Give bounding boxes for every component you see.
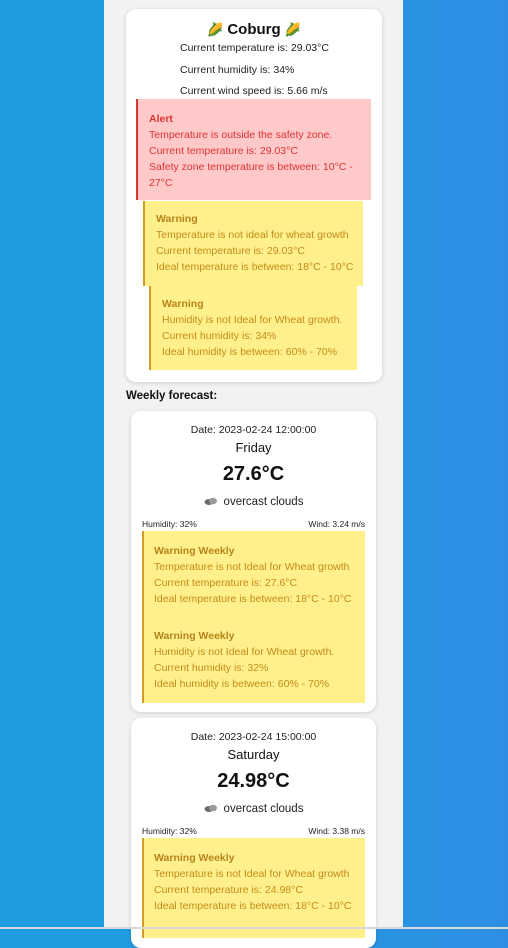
humidity-warning-box: Warning Humidity is not Ideal for Wheat …: [149, 286, 357, 370]
forecast-humidity: Humidity: 32%: [142, 519, 197, 529]
weekly-warning-box: Warning Weekly Temperature is not Ideal …: [142, 838, 365, 938]
corn-icon: 🌽: [284, 22, 302, 37]
alert-safety-range: Safety zone temperature is between: 10°C…: [149, 161, 353, 173]
weekly-warning-ideal-range: Ideal temperature is between: 18°C - 10°…: [154, 593, 352, 605]
weekly-warning-ideal-range: Ideal humidity is between: 60% - 70%: [154, 678, 330, 690]
forecast-card: Date: 2023-02-24 12:00:00 Friday 27.6°C …: [131, 411, 376, 712]
weekly-warning-message: Temperature is not Ideal for Wheat growt…: [154, 561, 350, 573]
warning-title: Warning: [156, 213, 198, 225]
weekly-warning-current-value: Current humidity is: 32%: [154, 662, 269, 674]
corn-icon: 🌽: [206, 22, 224, 37]
weekly-warning-title: Warning Weekly: [154, 852, 235, 864]
warning-current-value: Current humidity is: 34%: [162, 330, 277, 342]
weekly-warning-title: Warning Weekly: [154, 545, 235, 557]
forecast-day: Friday: [235, 440, 272, 455]
forecast-description-text: overcast clouds: [223, 803, 304, 815]
forecast-humidity: Humidity: 32%: [142, 826, 197, 836]
weekly-warning-ideal-range: Ideal temperature is between: 18°C - 10°…: [154, 900, 352, 912]
city-name: Coburg: [227, 21, 281, 38]
warning-title: Warning: [162, 298, 204, 310]
city-title: 🌽 Coburg 🌽: [126, 21, 382, 38]
warning-ideal-range: Ideal temperature is between: 18°C - 10°…: [156, 261, 354, 273]
forecast-description: overcast clouds: [131, 803, 376, 815]
warning-message: Temperature is not ideal for wheat growt…: [156, 229, 349, 241]
weekly-warning-box: Warning Weekly Temperature is not Ideal …: [142, 531, 365, 703]
weekly-forecast-heading: Weekly forecast:: [126, 390, 218, 402]
warning-message: Humidity is not Ideal for Wheat growth.: [162, 314, 343, 326]
cloud-icon: [204, 497, 217, 505]
forecast-wind: Wind: 3.24 m/s: [308, 519, 365, 529]
alert-message: Temperature is outside the safety zone.: [149, 129, 333, 141]
weekly-warning-current-value: Current temperature is: 27.6°C: [154, 577, 298, 589]
forecast-temperature: 24.98°C: [217, 770, 290, 792]
warning-ideal-range: Ideal humidity is between: 60% - 70%: [162, 346, 338, 358]
weekly-warning-current-value: Current temperature is: 24.98°C: [154, 884, 303, 896]
forecast-description: overcast clouds: [131, 496, 376, 508]
forecast-description-text: overcast clouds: [223, 496, 304, 508]
weekly-warning-title: Warning Weekly: [154, 630, 235, 642]
current-wind-speed: Current wind speed is: 5.66 m/s: [180, 85, 328, 97]
forecast-date: Date: 2023-02-24 12:00:00: [190, 424, 317, 436]
alert-title: Alert: [149, 113, 173, 125]
weekly-warning-message: Humidity is not Ideal for Wheat growth.: [154, 646, 335, 658]
forecast-card: Date: 2023-02-24 15:00:00 Saturday 24.98…: [131, 718, 376, 948]
forecast-wind: Wind: 3.38 m/s: [308, 826, 365, 836]
current-temperature: Current temperature is: 29.03°C: [180, 42, 329, 54]
current-humidity: Current humidity is: 34%: [180, 64, 295, 76]
alert-box: Alert Temperature is outside the safety …: [136, 99, 371, 200]
temperature-warning-box: Warning Temperature is not ideal for whe…: [143, 201, 363, 286]
alert-current-temperature: Current temperature is: 29.03°C: [149, 145, 298, 157]
forecast-date: Date: 2023-02-24 15:00:00: [190, 731, 317, 743]
warning-current-value: Current temperature is: 29.03°C: [156, 245, 305, 257]
weekly-warning-message: Temperature is not Ideal for Wheat growt…: [154, 868, 350, 880]
cloud-icon: [204, 804, 217, 812]
forecast-day: Saturday: [227, 747, 280, 762]
forecast-temperature: 27.6°C: [222, 463, 285, 485]
alert-safety-range-cont: 27°C: [149, 177, 173, 189]
